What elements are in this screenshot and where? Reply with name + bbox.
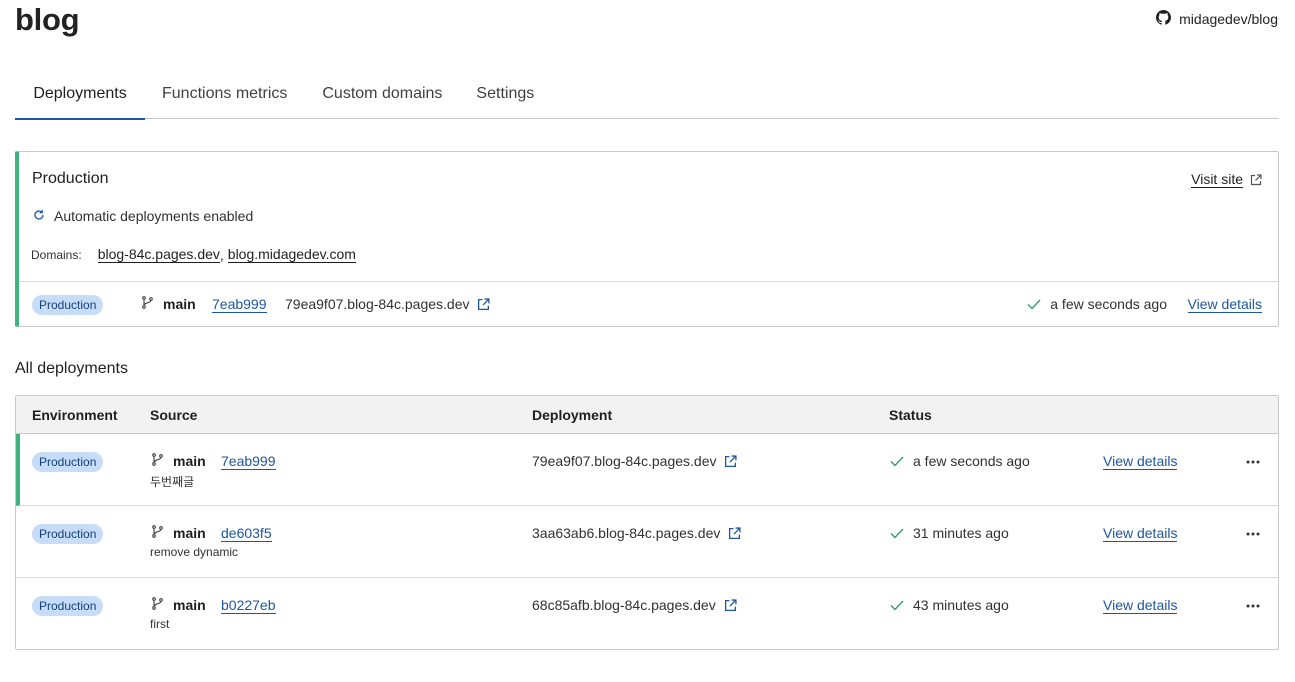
deployments-table: Environment Source Deployment Status Pro…: [15, 395, 1279, 650]
branch-name: main: [173, 597, 206, 613]
branch-icon: [141, 296, 154, 312]
table-row: Production main 7eab999 두번째글 79ea9f07.bl…: [16, 434, 1278, 506]
production-title: Production: [32, 170, 109, 187]
deployment-url[interactable]: 79ea9f07.blog-84c.pages.dev: [285, 296, 491, 312]
external-link-icon: [1250, 173, 1262, 186]
domains-label: Domains:: [31, 247, 82, 262]
commit-message: first: [150, 617, 170, 631]
deployment-url[interactable]: 3aa63ab6.blog-84c.pages.dev: [532, 525, 741, 541]
more-options-icon[interactable]: [1244, 453, 1262, 471]
more-options-icon[interactable]: [1244, 525, 1262, 543]
domains-list: Domains: blog-84c.pages.dev , blog.midag…: [31, 246, 356, 263]
view-details-link[interactable]: View details: [1103, 525, 1178, 542]
branch: main: [151, 597, 206, 613]
branch: main: [141, 296, 196, 312]
deployment-url[interactable]: 79ea9f07.blog-84c.pages.dev: [532, 453, 738, 469]
view-details-link[interactable]: View details: [1187, 296, 1262, 313]
repo-name: midagedev/blog: [1179, 11, 1278, 27]
status-time: a few seconds ago: [913, 453, 1030, 469]
branch-icon: [151, 597, 164, 613]
status-time: a few seconds ago: [1050, 296, 1167, 312]
deployment-status: 43 minutes ago: [890, 597, 1009, 613]
branch-name: main: [173, 453, 206, 469]
more-options-icon[interactable]: [1244, 597, 1262, 615]
auto-deploy-label: Automatic deployments enabled: [54, 208, 254, 224]
table-row: Production main b0227eb first 68c85afb.b…: [16, 578, 1278, 649]
external-link-icon: [728, 526, 741, 540]
deployment-url-label: 3aa63ab6.blog-84c.pages.dev: [532, 525, 721, 541]
external-link-icon: [724, 598, 737, 612]
table-row: Production main de603f5 remove dynamic 3…: [16, 506, 1278, 578]
deployment-url[interactable]: 68c85afb.blog-84c.pages.dev: [532, 597, 737, 613]
view-details-link[interactable]: View details: [1103, 597, 1178, 614]
branch: main: [151, 453, 206, 469]
column-header-source: Source: [150, 407, 198, 423]
commit-link[interactable]: b0227eb: [221, 597, 276, 614]
refresh-icon: [33, 208, 45, 224]
status-time: 43 minutes ago: [913, 597, 1009, 613]
branch-icon: [151, 525, 164, 541]
deployment-url-label: 68c85afb.blog-84c.pages.dev: [532, 597, 716, 613]
production-card: Production Visit site Automatic deployme…: [15, 151, 1279, 327]
page-title: blog: [15, 2, 80, 37]
external-link-icon: [724, 454, 738, 468]
deployment-status: a few seconds ago: [1027, 296, 1167, 312]
column-header-deployment: Deployment: [532, 407, 613, 423]
repo-link[interactable]: midagedev/blog: [1156, 10, 1278, 28]
commit-message: 두번째글: [150, 475, 195, 489]
deployment-status: 31 minutes ago: [890, 525, 1009, 541]
auto-deploy-status: Automatic deployments enabled: [33, 208, 253, 224]
visit-site-label: Visit site: [1191, 171, 1243, 188]
tab-functions-metrics[interactable]: Functions metrics: [145, 80, 304, 119]
external-link-icon: [477, 297, 491, 311]
domain-separator: ,: [219, 246, 224, 263]
tab-custom-domains[interactable]: Custom domains: [304, 80, 460, 119]
environment-badge: Production: [32, 596, 104, 616]
domain-link[interactable]: blog-84c.pages.dev: [97, 246, 220, 263]
check-icon: [890, 528, 904, 539]
check-icon: [890, 600, 904, 611]
branch: main: [151, 525, 206, 541]
tab-settings[interactable]: Settings: [460, 80, 550, 119]
view-details-link[interactable]: View details: [1103, 453, 1178, 470]
status-time: 31 minutes ago: [913, 525, 1009, 541]
deployment-url-label: 79ea9f07.blog-84c.pages.dev: [532, 453, 717, 469]
check-icon: [890, 456, 904, 467]
tab-deployments[interactable]: Deployments: [15, 80, 145, 120]
deployment-status: a few seconds ago: [890, 453, 1030, 469]
commit-link[interactable]: 7eab999: [221, 453, 276, 470]
commit-message: remove dynamic: [150, 545, 239, 559]
table-header: Environment Source Deployment Status: [16, 396, 1278, 434]
all-deployments-title: All deployments: [15, 360, 128, 377]
github-icon: [1156, 10, 1172, 28]
column-header-environment: Environment: [32, 407, 118, 423]
environment-badge: Production: [32, 524, 104, 544]
branch-name: main: [173, 525, 206, 541]
branch-icon: [151, 453, 164, 469]
commit-link[interactable]: 7eab999: [212, 296, 267, 313]
tab-bar: Deployments Functions metrics Custom dom…: [15, 80, 1279, 120]
branch-name: main: [163, 296, 196, 312]
environment-badge: Production: [32, 452, 104, 472]
environment-badge: Production: [32, 295, 104, 315]
deployment-url-label: 79ea9f07.blog-84c.pages.dev: [285, 296, 470, 312]
visit-site-link[interactable]: Visit site: [1191, 171, 1262, 188]
check-icon: [1027, 299, 1041, 310]
commit-link[interactable]: de603f5: [221, 525, 272, 542]
domain-link[interactable]: blog.midagedev.com: [227, 246, 356, 263]
column-header-status: Status: [889, 407, 932, 423]
latest-production-deployment: Production main 7eab999 79ea9f07.blog-84…: [19, 282, 1278, 327]
